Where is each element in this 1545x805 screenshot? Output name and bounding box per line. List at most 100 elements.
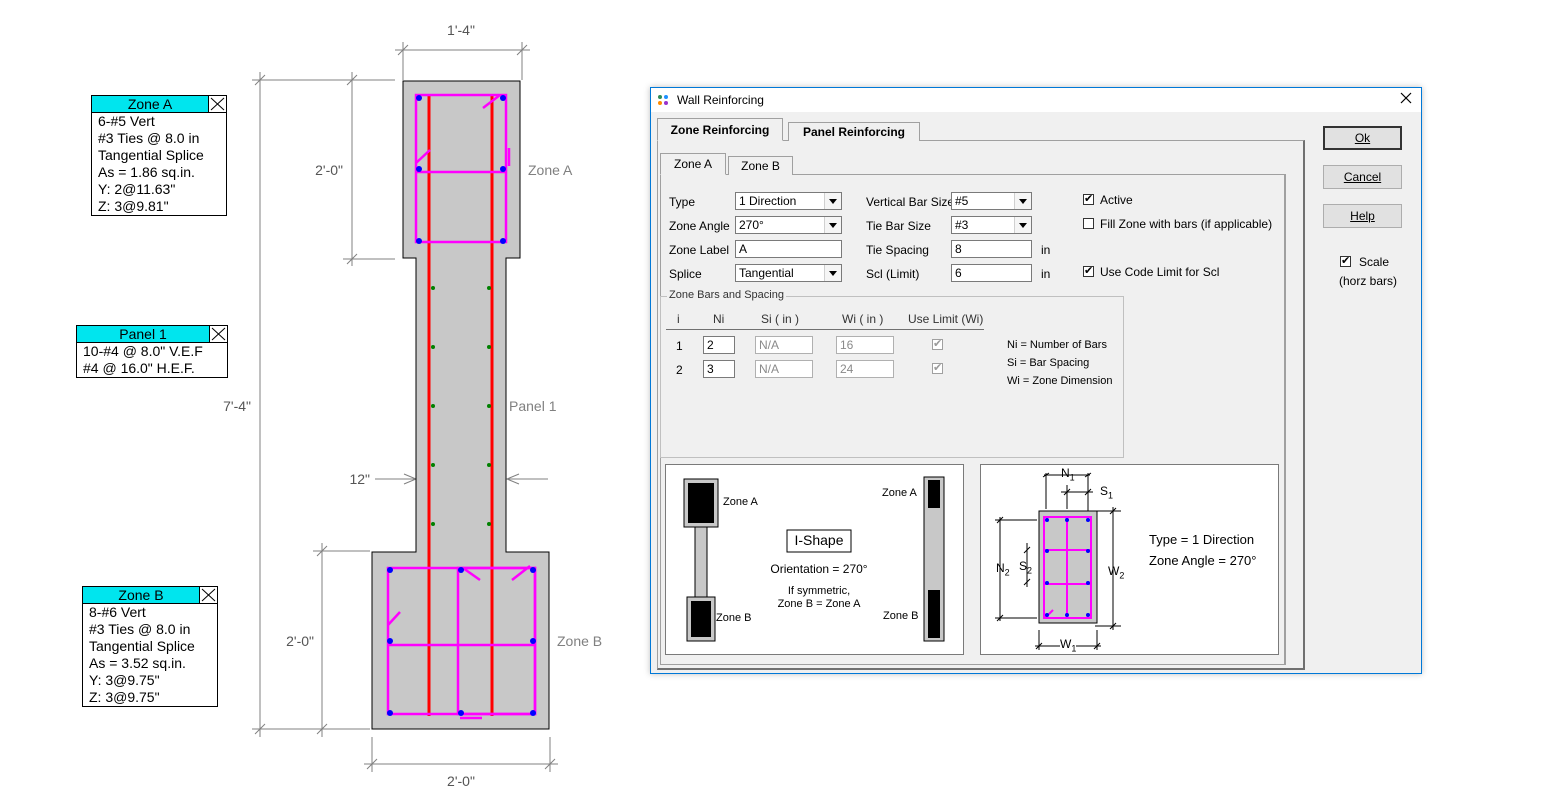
symmetric-note-2: Zone B = Zone A <box>777 598 861 610</box>
app-icon <box>658 95 668 105</box>
chevron-down-icon <box>1014 217 1031 233</box>
ok-button-label: Ok <box>1354 131 1371 145</box>
scl-limit-unit: in <box>1041 267 1051 281</box>
zone-label-label: Zone Label <box>669 243 730 257</box>
shape-preview: Zone A Zone B I-Shape Orientation = 270°… <box>665 464 964 655</box>
close-icon[interactable] <box>208 96 226 112</box>
wall-reinforcing-dialog: Wall Reinforcing Zone Reinforcing Panel … <box>650 87 1422 674</box>
chevron-down-icon <box>824 265 841 281</box>
row-1-i: 1 <box>676 339 683 353</box>
zone-angle-label: Zone Angle <box>669 219 730 233</box>
info-line: 10-#4 @ 8.0" V.E.F <box>83 343 203 359</box>
dim-bottom-width: 2'-0" <box>447 773 475 789</box>
scale-label: Scale <box>1359 255 1390 269</box>
info-line: #4 @ 16.0" H.E.F. <box>83 360 195 376</box>
info-line: As = 1.86 sq.in. <box>98 164 195 180</box>
zone-b-info-title: Zone B <box>118 587 164 603</box>
splice-label: Splice <box>669 267 702 281</box>
preview-zone-b-right: Zone B <box>883 610 919 622</box>
tie-spacing-input[interactable]: 8 <box>951 240 1032 258</box>
tab-label: Zone Reinforcing <box>670 123 770 137</box>
col-header-use-limit: Use Limit (Wi) <box>908 312 984 326</box>
dim-zone-a-height: 2'-0" <box>315 162 343 178</box>
splice-select[interactable]: Tangential <box>735 264 842 282</box>
info-line: Z: 3@9.75" <box>89 689 160 705</box>
tab-zone-a[interactable]: Zone A <box>660 153 726 175</box>
zone-a-info-title: Zone A <box>127 96 173 112</box>
row-1-ni-value: 2 <box>707 338 714 352</box>
close-icon[interactable] <box>209 326 227 342</box>
s1-label: S1 <box>1100 484 1114 501</box>
dim-total-height: 7'-4" <box>223 398 251 414</box>
cancel-button[interactable]: Cancel <box>1323 165 1402 189</box>
i-shape-icon <box>683 476 945 642</box>
fill-zone-label: Fill Zone with bars (if applicable) <box>1100 217 1273 231</box>
close-icon[interactable] <box>1399 91 1413 109</box>
col-header-ni: Ni <box>713 312 725 326</box>
row-1-wi-input: 16 <box>836 336 894 354</box>
tie-spacing-label: Tie Spacing <box>866 243 929 257</box>
panel-1-label: Panel 1 <box>509 398 557 414</box>
dialog-title: Wall Reinforcing <box>677 93 764 107</box>
vertical-bar-size-select[interactable]: #5 <box>951 192 1032 210</box>
row-1-si-input: N/A <box>755 336 813 354</box>
zone-label-input[interactable]: A <box>735 240 842 258</box>
use-code-limit-checkbox[interactable]: ✔ <box>1083 266 1094 277</box>
zone-bars-group-title: Zone Bars and Spacing <box>667 289 786 301</box>
vertical-bar-size-value: #5 <box>955 194 969 208</box>
w1-label: W1 <box>1060 637 1077 654</box>
tab-panel-reinforcing[interactable]: Panel Reinforcing <box>788 122 920 141</box>
help-button[interactable]: Help <box>1323 204 1402 228</box>
row-1-si-value: N/A <box>759 338 780 352</box>
cancel-button-label: Cancel <box>1343 170 1382 184</box>
s2-label: S2 <box>1019 559 1033 576</box>
tie-bar-size-label: Tie Bar Size <box>866 219 931 233</box>
chevron-down-icon <box>824 193 841 209</box>
vertical-bar-size-label: Vertical Bar Size <box>866 195 955 209</box>
zone-angle-value: 270° <box>739 218 764 232</box>
info-line: 8-#6 Vert <box>89 604 146 620</box>
panel-1-info-box[interactable]: Panel 1 10-#4 @ 8.0" V.E.F #4 @ 16.0" H.… <box>76 325 228 378</box>
zone-b-info-box[interactable]: Zone B 8-#6 Vert #3 Ties @ 8.0 in Tangen… <box>82 586 218 707</box>
zone-a-label: Zone A <box>528 162 573 178</box>
tab-zone-b[interactable]: Zone B <box>728 156 793 175</box>
angle-summary: Zone Angle = 270° <box>1149 553 1257 568</box>
chevron-down-icon <box>824 217 841 233</box>
info-line: Y: 3@9.75" <box>89 672 160 688</box>
row-1-ni-input[interactable]: 2 <box>703 336 735 354</box>
legend-wi: Wi = Zone Dimension <box>1007 375 1113 387</box>
scl-limit-label: Scl (Limit) <box>866 267 920 281</box>
fill-zone-checkbox[interactable] <box>1083 218 1094 229</box>
tie-spacing-unit: in <box>1041 243 1051 257</box>
zone-label-value: A <box>739 242 748 256</box>
dialog-titlebar[interactable]: Wall Reinforcing <box>651 88 1421 112</box>
scl-limit-input[interactable]: 6 <box>951 264 1032 282</box>
type-label: Type <box>669 195 696 209</box>
row-2-wi-value: 24 <box>840 362 854 376</box>
zone-angle-select[interactable]: 270° <box>735 216 842 234</box>
splice-value: Tangential <box>739 266 794 280</box>
row-2-i: 2 <box>676 363 683 377</box>
zone-b-label: Zone B <box>557 633 602 649</box>
tab-zone-reinforcing[interactable]: Zone Reinforcing <box>657 118 783 141</box>
active-checkbox[interactable]: ✔ <box>1083 194 1094 205</box>
chevron-down-icon <box>1014 193 1031 209</box>
tie-bar-size-select[interactable]: #3 <box>951 216 1032 234</box>
row-2-ni-input[interactable]: 3 <box>703 360 735 378</box>
help-button-label: Help <box>1350 209 1375 223</box>
info-line: As = 3.52 sq.in. <box>89 655 186 671</box>
close-icon[interactable] <box>199 587 217 603</box>
use-code-limit-label: Use Code Limit for Scl <box>1100 265 1220 279</box>
zone-a-info-box[interactable]: Zone A 6-#5 Vert #3 Ties @ 8.0 in Tangen… <box>91 95 227 216</box>
row-2-ni-value: 3 <box>707 362 714 376</box>
shape-name: I-Shape <box>794 532 844 548</box>
preview-zone-b-left: Zone B <box>716 612 752 624</box>
scale-checkbox[interactable]: ✔ <box>1340 256 1351 267</box>
type-select[interactable]: 1 Direction <box>735 192 842 210</box>
n1-label: N1 <box>1061 466 1075 483</box>
tab-label: Zone B <box>741 159 780 173</box>
type-summary: Type = 1 Direction <box>1149 532 1255 547</box>
scale-sublabel: (horz bars) <box>1339 274 1398 288</box>
ok-button[interactable]: Ok <box>1323 126 1402 150</box>
tab-label: Zone A <box>673 157 713 171</box>
